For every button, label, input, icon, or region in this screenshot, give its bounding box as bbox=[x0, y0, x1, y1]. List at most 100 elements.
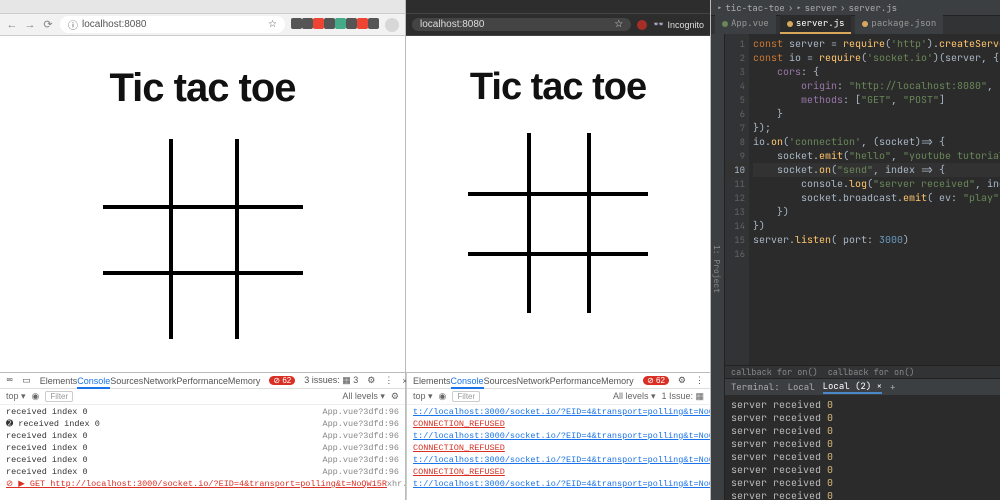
filter-input[interactable]: Filter bbox=[452, 391, 480, 402]
console-row[interactable]: t://localhost:3000/socket.io/?EID=4&tran… bbox=[413, 430, 704, 442]
ext-icon[interactable] bbox=[637, 20, 647, 30]
devtools-tab[interactable]: Memory bbox=[228, 376, 261, 386]
ext-icon[interactable] bbox=[324, 18, 335, 29]
ext-icon[interactable] bbox=[346, 18, 357, 29]
reload-icon[interactable]: ⟳ bbox=[42, 19, 54, 31]
devtools-tab[interactable]: Elements bbox=[413, 376, 451, 386]
console-row[interactable]: t://localhost:3000/socket.io/?EID=4&tran… bbox=[413, 406, 704, 418]
url-field[interactable]: ⓘ localhost:8080 ☆ bbox=[60, 16, 285, 33]
editor-tab[interactable]: package.json bbox=[855, 15, 943, 34]
tab-strip[interactable] bbox=[0, 0, 405, 14]
console-row[interactable]: received index 0App.vue?3dfd:96 bbox=[6, 430, 399, 442]
editor-breadcrumb[interactable]: callback for on() callback for on() bbox=[725, 365, 1000, 379]
back-icon[interactable]: ← bbox=[6, 19, 18, 31]
avatar-icon[interactable] bbox=[385, 18, 399, 32]
folder-icon: ▸ bbox=[717, 2, 722, 14]
tab-strip[interactable] bbox=[406, 0, 710, 14]
console-row[interactable]: CONNECTION_REFUSED bbox=[413, 418, 704, 430]
terminal-tab[interactable]: Local (2) × bbox=[823, 380, 882, 394]
page-title: Tic tac toe bbox=[109, 66, 295, 111]
console-output[interactable]: t://localhost:3000/socket.io/?EID=4&tran… bbox=[407, 405, 710, 493]
forward-icon[interactable]: → bbox=[24, 19, 36, 31]
devtools-tabs[interactable]: ElementsConsoleSourcesNetworkPerformance… bbox=[407, 373, 710, 389]
terminal-output[interactable]: server received 0server received 0server… bbox=[725, 395, 1000, 500]
console-row[interactable]: received index 0App.vue?3dfd:96 bbox=[6, 454, 399, 466]
ext-icon[interactable] bbox=[302, 18, 313, 29]
terminal-line: server received 0 bbox=[731, 450, 1000, 463]
ext-icon[interactable] bbox=[368, 18, 379, 29]
site-info-icon[interactable]: ⓘ bbox=[68, 17, 78, 32]
console-filter-bar: top ▾ ◉ Filter All levels ▾ ⚙ bbox=[0, 389, 405, 405]
ext-icon[interactable] bbox=[291, 18, 302, 29]
devtools-panel[interactable]: ⮹ ▭ ElementsConsoleSourcesNetworkPerform… bbox=[0, 372, 405, 500]
settings-icon[interactable]: ⚙ bbox=[678, 375, 686, 386]
devtools-tab[interactable]: Performance bbox=[176, 376, 228, 386]
filter-input[interactable]: Filter bbox=[45, 391, 73, 402]
devtools-tab[interactable]: Elements bbox=[40, 376, 78, 386]
editor-tab[interactable]: server.js bbox=[780, 15, 852, 34]
editor-tabs[interactable]: App.vueserver.jspackage.json bbox=[711, 16, 1000, 34]
console-row[interactable]: received index 0App.vue?3dfd:96 bbox=[6, 466, 399, 478]
issues-badge[interactable]: 3 issues: ▦ 3 bbox=[304, 375, 358, 386]
devtools-tab[interactable]: Sources bbox=[484, 376, 517, 386]
line-gutter[interactable]: 12345678910111213141516 bbox=[725, 34, 749, 365]
devtools-tab[interactable]: Sources bbox=[110, 376, 143, 386]
console-row[interactable]: received index 0App.vue?3dfd:96 bbox=[6, 406, 399, 418]
devtools-tab[interactable]: Network bbox=[143, 376, 176, 386]
more-icon[interactable]: ⋮ bbox=[384, 375, 393, 386]
settings-icon[interactable]: ⚙ bbox=[367, 375, 375, 386]
tool-window-bar[interactable]: 1: Project bbox=[711, 34, 725, 500]
devtools-panel[interactable]: ElementsConsoleSourcesNetworkPerformance… bbox=[406, 372, 710, 500]
error-badge[interactable]: ⊘ 62 bbox=[643, 376, 669, 385]
devtools-tab[interactable]: Console bbox=[451, 376, 484, 389]
incognito-icon: 👓 Incognito bbox=[653, 19, 704, 30]
code-editor[interactable]: 12345678910111213141516 const server = r… bbox=[725, 34, 1000, 365]
device-icon[interactable]: ▭ bbox=[22, 375, 31, 386]
context-selector[interactable]: top ▾ bbox=[413, 391, 433, 402]
console-row[interactable]: received index 0App.vue?3dfd:96 bbox=[6, 442, 399, 454]
eye-icon[interactable]: ◉ bbox=[32, 391, 40, 402]
star-icon[interactable]: ☆ bbox=[614, 19, 623, 30]
board-cell[interactable] bbox=[103, 139, 170, 206]
terminal-tabs[interactable]: Terminal: Local Local (2) × + bbox=[725, 379, 1000, 395]
console-row[interactable]: CONNECTION_REFUSED bbox=[413, 442, 704, 454]
console-output[interactable]: received index 0App.vue?3dfd:96➋ receive… bbox=[0, 405, 405, 493]
terminal-tab[interactable]: Local bbox=[788, 381, 815, 393]
devtools-tab[interactable]: Memory bbox=[601, 376, 634, 386]
address-bar: localhost:8080 ☆ 👓 Incognito bbox=[406, 14, 710, 36]
code-area[interactable]: const server = require('http').createSer… bbox=[749, 34, 1000, 365]
console-row[interactable]: ➋ received index 0App.vue?3dfd:96 bbox=[6, 418, 399, 430]
extensions-tray[interactable] bbox=[291, 18, 379, 32]
eye-icon[interactable]: ◉ bbox=[439, 391, 447, 402]
tic-tac-toe-board[interactable] bbox=[103, 139, 303, 339]
ext-icon[interactable] bbox=[335, 18, 346, 29]
devtools-tab[interactable]: Performance bbox=[550, 376, 602, 386]
console-row[interactable]: t://localhost:3000/socket.io/?EID=4&tran… bbox=[413, 478, 704, 490]
ext-icon[interactable] bbox=[357, 18, 368, 29]
tic-tac-toe-board[interactable] bbox=[468, 133, 648, 313]
project-breadcrumb[interactable]: ▸ tic-tac-toe › ▸ server › server.js bbox=[711, 0, 1000, 16]
url-text: localhost:8080 bbox=[82, 19, 147, 30]
inspect-icon[interactable]: ⮹ bbox=[6, 375, 13, 386]
star-icon[interactable]: ☆ bbox=[268, 19, 277, 30]
browser-window-2: localhost:8080 ☆ 👓 Incognito Tic tac toe… bbox=[406, 0, 711, 500]
more-icon[interactable]: ⋮ bbox=[695, 375, 704, 386]
folder-icon: ▸ bbox=[796, 2, 801, 14]
devtools-tab[interactable]: Network bbox=[517, 376, 550, 386]
gear-icon[interactable]: ⚙ bbox=[391, 391, 399, 402]
levels-selector[interactable]: All levels ▾ bbox=[613, 391, 656, 402]
levels-selector[interactable]: All levels ▾ bbox=[342, 391, 385, 402]
url-field[interactable]: localhost:8080 ☆ bbox=[412, 18, 631, 31]
project-tool-label[interactable]: 1: Project bbox=[711, 245, 721, 293]
console-row[interactable]: CONNECTION_REFUSED bbox=[413, 466, 704, 478]
console-row[interactable]: ⊘ ▶ GET http://localhost:3000/socket.io/… bbox=[6, 478, 399, 490]
context-selector[interactable]: top ▾ bbox=[6, 391, 26, 402]
editor-tab[interactable]: App.vue bbox=[715, 15, 776, 34]
console-row[interactable]: t://localhost:3000/socket.io/?EID=4&tran… bbox=[413, 454, 704, 466]
add-terminal-icon[interactable]: + bbox=[890, 381, 895, 393]
devtools-tabs[interactable]: ⮹ ▭ ElementsConsoleSourcesNetworkPerform… bbox=[0, 373, 405, 389]
devtools-tab[interactable]: Console bbox=[77, 376, 110, 389]
ext-icon[interactable] bbox=[313, 18, 324, 29]
error-badge[interactable]: ⊘ 62 bbox=[269, 376, 295, 385]
issues-badge[interactable]: 1 Issue: ▦ bbox=[661, 391, 704, 402]
